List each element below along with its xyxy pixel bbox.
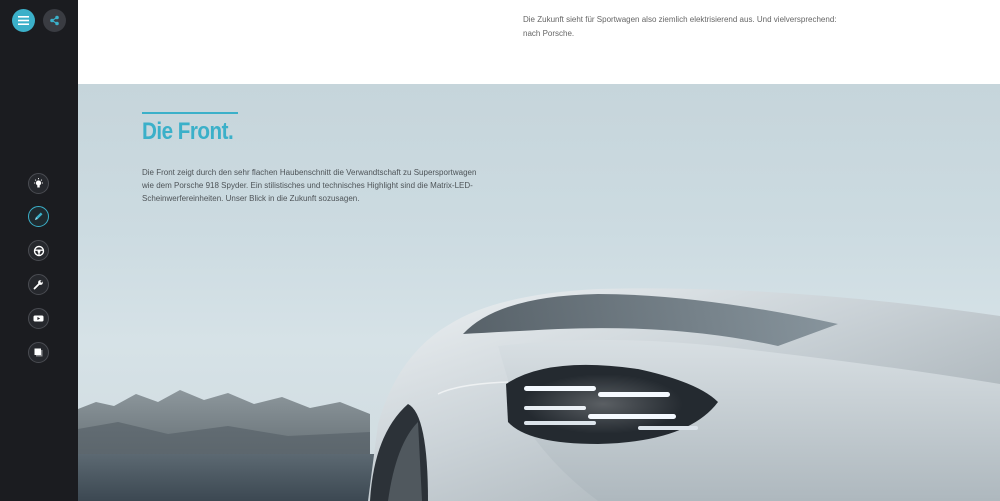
section-description: Die Front zeigt durch den sehr flachen H… <box>142 168 477 203</box>
nav-item-technology[interactable] <box>28 274 49 295</box>
nav-item-interior[interactable] <box>28 240 49 261</box>
nav-item-gallery[interactable] <box>28 342 49 363</box>
share-icon <box>50 15 59 26</box>
section-title: Die Front. <box>142 118 234 145</box>
title-accent-line <box>142 112 238 114</box>
nav-item-design[interactable] <box>28 206 49 227</box>
intro-text: Die Zukunft sieht für Sportwagen also zi… <box>523 15 837 38</box>
nav-item-lights[interactable] <box>28 173 49 194</box>
lightbulb-icon <box>34 178 43 188</box>
video-play-icon <box>33 315 44 322</box>
share-button[interactable] <box>43 9 66 32</box>
intro-section: Die Zukunft sieht für Sportwagen also zi… <box>78 0 1000 84</box>
hamburger-menu-icon <box>18 16 29 25</box>
front-section: Die Front. Die Front zeigt durch den seh… <box>78 84 1000 501</box>
layers-icon <box>34 348 43 357</box>
menu-button[interactable] <box>12 9 35 32</box>
hero-background-image <box>78 288 1000 501</box>
wrench-icon <box>33 280 43 290</box>
nav-item-video[interactable] <box>28 308 49 329</box>
sidebar <box>0 0 78 501</box>
pen-icon <box>35 212 43 220</box>
steering-wheel-icon <box>33 245 44 256</box>
